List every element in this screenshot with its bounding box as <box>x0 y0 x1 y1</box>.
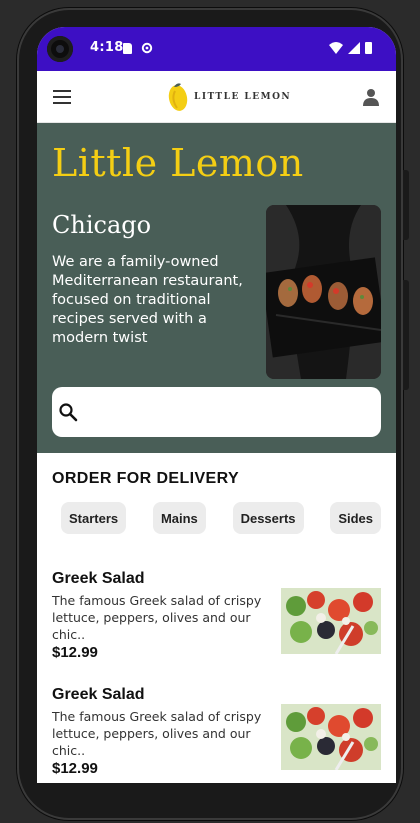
menu-item[interactable]: Greek Salad The famous Greek salad of cr… <box>52 570 382 670</box>
hero-title: Little Lemon <box>52 141 304 185</box>
search-icon <box>59 403 78 422</box>
category-chip-starters[interactable]: Starters <box>61 502 127 534</box>
category-chips: Starters Mains Desserts Sides <box>61 502 381 534</box>
settings-gear-icon <box>141 42 153 54</box>
menu-item-price: $12.99 <box>52 760 98 777</box>
category-chip-desserts[interactable]: Desserts <box>232 502 304 534</box>
menu-item-price: $12.99 <box>52 644 98 661</box>
menu-item-description: The famous Greek salad of crispy lettuce… <box>52 709 262 758</box>
front-camera <box>47 36 73 62</box>
signal-icon <box>348 42 360 54</box>
search-input[interactable] <box>86 392 381 432</box>
hero-city: Chicago <box>52 211 152 239</box>
sim-card-icon <box>123 43 132 54</box>
search-bar[interactable] <box>52 387 381 437</box>
menu-item[interactable]: Greek Salad The famous Greek salad of cr… <box>52 686 382 783</box>
lemon-logo-icon <box>168 83 188 111</box>
menu-item-name: Greek Salad <box>52 570 145 587</box>
order-for-delivery-title: ORDER FOR DELIVERY <box>52 470 240 487</box>
wifi-icon <box>329 42 343 54</box>
app-screen: 4:18 LITTLE LEMON Little Lemon Chicago W… <box>37 27 396 783</box>
volume-button <box>403 280 409 390</box>
category-chip-sides[interactable]: Sides <box>330 502 381 534</box>
app-logo: LITTLE LEMON <box>168 81 291 113</box>
category-chip-mains[interactable]: Mains <box>152 502 206 534</box>
menu-item-image <box>281 704 381 770</box>
status-bar: 4:18 <box>37 27 396 71</box>
status-icons <box>329 42 372 54</box>
menu-item-description: The famous Greek salad of crispy lettuce… <box>52 593 262 642</box>
menu-icon[interactable] <box>53 90 71 104</box>
hero-description: We are a family-owned Mediterranean rest… <box>52 254 243 346</box>
power-button <box>403 170 409 240</box>
battery-icon <box>365 42 372 54</box>
top-app-bar: LITTLE LEMON <box>37 71 396 123</box>
hero-section: Little Lemon Chicago We are a family-own… <box>37 123 396 453</box>
menu-item-name: Greek Salad <box>52 686 145 703</box>
status-time: 4:18 <box>90 40 124 55</box>
profile-icon[interactable] <box>362 88 380 106</box>
menu-item-image <box>281 588 381 654</box>
logo-text: LITTLE LEMON <box>194 92 292 102</box>
hero-image <box>266 205 381 379</box>
